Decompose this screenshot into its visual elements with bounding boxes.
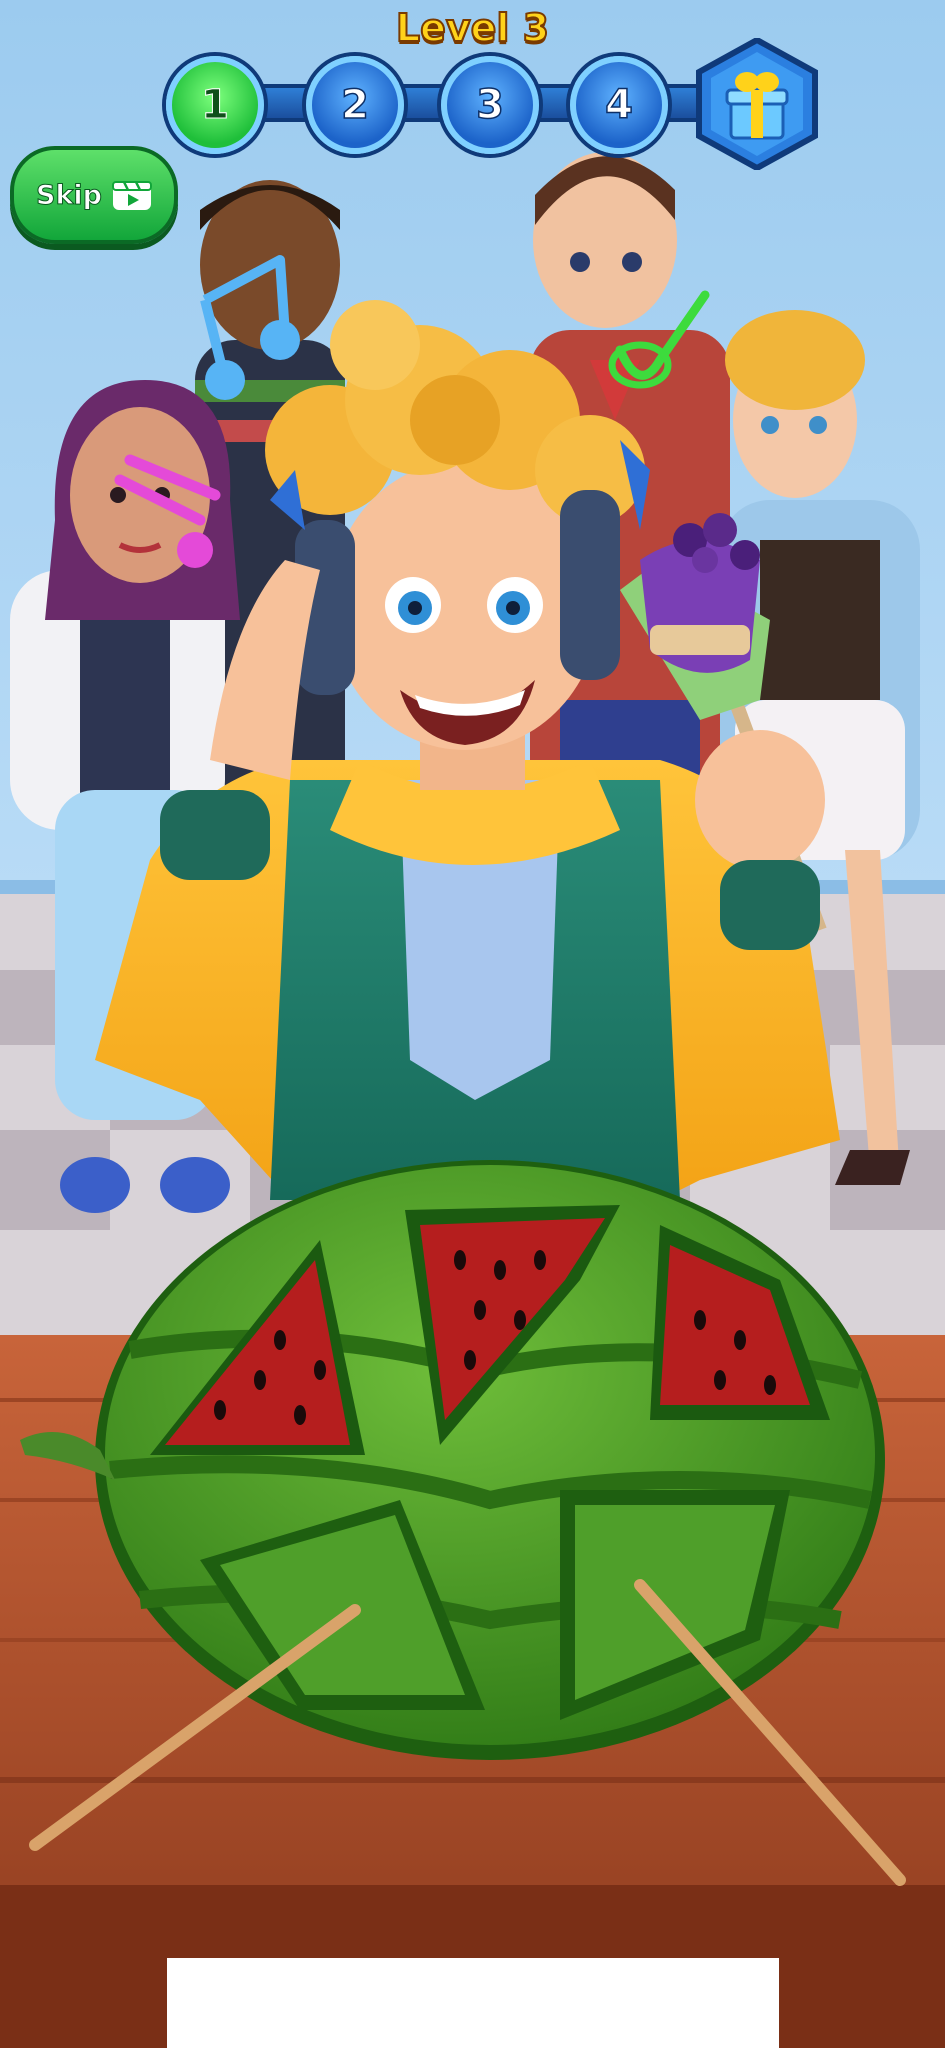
video-ad-icon xyxy=(111,181,152,210)
skip-button[interactable]: Skip xyxy=(10,146,178,244)
level-step-1: 1 xyxy=(166,56,264,154)
level-step-3: 3 xyxy=(441,56,539,154)
hand-holding-popsicle xyxy=(695,730,825,870)
ad-banner-area xyxy=(167,1958,779,2048)
game-scene xyxy=(0,0,945,2048)
level-step-4: 4 xyxy=(570,56,668,154)
gift-box-icon xyxy=(696,38,818,170)
skip-label: Skip xyxy=(36,179,103,211)
level-step-2: 2 xyxy=(306,56,404,154)
